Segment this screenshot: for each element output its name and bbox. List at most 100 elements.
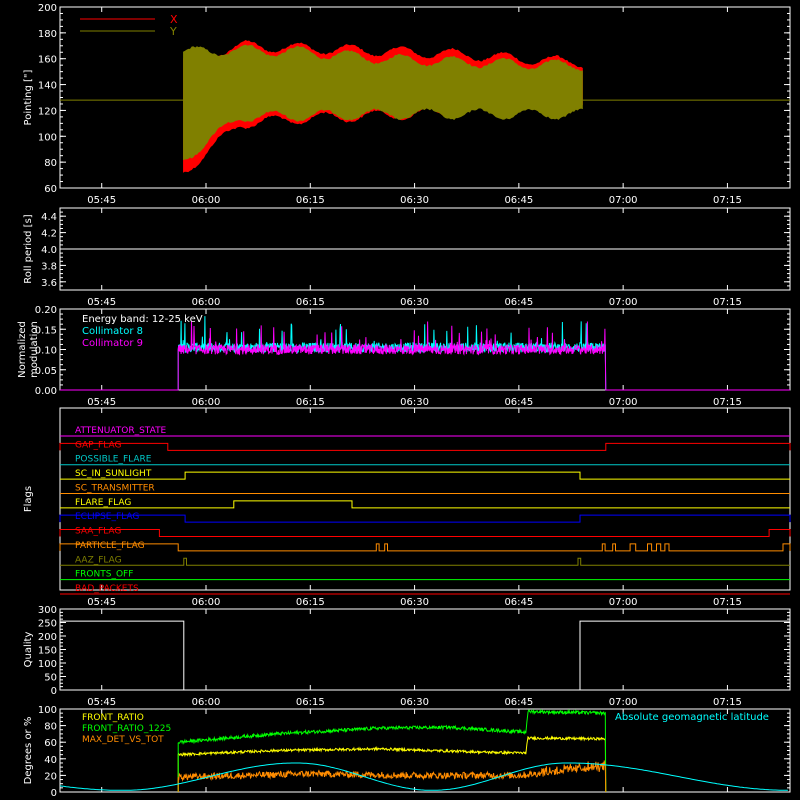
- legend-label-front-ratio-1225: FRONT_RATIO_1225: [82, 724, 171, 734]
- y-axis-label: modulation: [29, 321, 40, 378]
- x-tick-label: 06:30: [400, 397, 429, 408]
- y-tick-label: 50: [44, 673, 57, 684]
- y-tick-label: 4.4: [41, 212, 57, 223]
- x-tick-label: 07:15: [713, 297, 742, 308]
- x-tick-label: 07:15: [713, 195, 742, 206]
- x-tick-label: 07:15: [713, 597, 742, 608]
- y-tick-label: 40: [44, 755, 57, 766]
- series-band-y: [183, 44, 583, 161]
- x-tick-label: 06:00: [192, 297, 221, 308]
- rhessi-quicklook-chart: 05:45 06:00 06:15 06:30 06:45 07:00 07:15 60 80 1…: [17, 3, 791, 800]
- series-front-ratio-1225: [177, 708, 607, 793]
- flag-line-sc-in-sunlight: [60, 471, 790, 480]
- panel-roll-period: 05:45 06:00 06:15 06:30 06:45 07:00 07:15 3.6 3.…: [23, 207, 791, 308]
- y-tick-label: 4.2: [41, 229, 57, 240]
- x-tick-label: 06:45: [504, 195, 533, 206]
- x-tick-label: 06:45: [504, 397, 533, 408]
- x-tick-label: 07:00: [609, 397, 638, 408]
- flag-label-saa-flag: SAA_FLAG: [75, 527, 121, 537]
- panel-frame: [59, 407, 791, 591]
- x-tick-label: 06:00: [192, 697, 221, 708]
- y-axis-label: Degrees or %: [23, 717, 34, 785]
- y-tick-label: 60: [44, 738, 57, 749]
- x-tick-label: 06:15: [296, 297, 325, 308]
- x-tick-label: 07:00: [609, 597, 638, 608]
- x-tick-label: 06:15: [296, 697, 325, 708]
- panel-flags: 05:45 06:00 06:15 06:30 06:45 07:00 07:15 Flags…: [23, 407, 791, 608]
- y-tick-label: 60: [44, 184, 57, 195]
- legend-label-absolute-geomagnetic-latitude: Absolute geomagnetic latitude: [615, 712, 769, 723]
- y-axis-label: Flags: [23, 486, 34, 512]
- x-tick-label: 06:30: [400, 597, 429, 608]
- y-tick-label: 3.6: [41, 278, 57, 289]
- y-tick-label: 180: [38, 29, 57, 40]
- y-axis-label: Quality: [23, 632, 34, 668]
- flag-label-gap-flag: GAP_FLAG: [75, 440, 121, 450]
- flag-label-sc-transmitter: SC_TRANSMITTER: [75, 483, 155, 493]
- x-tick-label: 05:45: [87, 397, 116, 408]
- y-tick-label: 120: [38, 106, 57, 117]
- y-tick-label: 140: [38, 81, 57, 92]
- y-tick-label: 100: [38, 659, 57, 670]
- y-tick-label: 0.20: [35, 305, 57, 316]
- flag-label-possible-flare: POSSIBLE_FLARE: [75, 455, 152, 465]
- x-tick-label: 06:30: [400, 697, 429, 708]
- x-tick-label: 07:00: [609, 195, 638, 206]
- flag-line-flare-flag: [60, 500, 790, 509]
- flag-label-sc-in-sunlight: SC_IN_SUNLIGHT: [75, 469, 152, 479]
- x-tick-label: 05:45: [87, 297, 116, 308]
- energy-band-annotation: Energy band: 12-25 keV: [82, 314, 203, 325]
- flag-label-aaz-flag: AAZ_FLAG: [75, 555, 122, 565]
- flag-label-bad-packets: BAD_PACKETS: [75, 584, 139, 594]
- y-tick-label: 200: [38, 3, 57, 14]
- x-tick-label: 07:00: [609, 697, 638, 708]
- y-tick-label: 160: [38, 55, 57, 66]
- x-tick-label: 07:15: [713, 397, 742, 408]
- y-tick-label: 80: [44, 158, 57, 169]
- quality-line: [60, 620, 790, 691]
- y-tick-label: 4.0: [41, 245, 57, 256]
- flag-label-fronts-off: FRONTS_OFF: [75, 570, 133, 580]
- legend-label-collimator-8: Collimator 8: [82, 326, 143, 337]
- x-tick-label: 07:15: [713, 697, 742, 708]
- flag-label-eclipse-flag: ECLIPSE_FLAG: [75, 512, 139, 522]
- y-axis-label: Roll period [s]: [23, 214, 34, 283]
- panel-quality: 05:45 06:00 06:15 06:30 06:45 07:00 07:15 0 50 10…: [23, 605, 791, 708]
- y-tick-label: 20: [44, 771, 57, 782]
- y-tick-label: 0: [51, 686, 57, 697]
- y-tick-label: 100: [38, 705, 57, 716]
- x-tick-label: 06:00: [192, 397, 221, 408]
- y-tick-label: 80: [44, 722, 57, 733]
- y-tick-label: 3.8: [41, 261, 57, 272]
- flag-label-particle-flag: PARTICLE_FLAG: [75, 541, 145, 551]
- y-axis-label: Pointing ["]: [23, 69, 34, 125]
- panel-ratios: 05:4506:0006:1506:3006:4507:0007:1502040…: [23, 705, 791, 800]
- x-tick-label: 06:15: [296, 195, 325, 206]
- x-tick-label: 06:00: [192, 597, 221, 608]
- panel-pointing: 05:45 06:00 06:15 06:30 06:45 07:00 07:15 60 80 1…: [23, 3, 791, 206]
- x-tick-label: 06:15: [296, 397, 325, 408]
- flag-line-saa-flag: [59, 529, 791, 538]
- y-tick-label: 300: [38, 605, 57, 616]
- y-tick-label: 0: [51, 788, 57, 799]
- x-tick-label: 06:30: [400, 195, 429, 206]
- series-front-ratio: [177, 735, 607, 793]
- legend-label-y: Y: [169, 25, 177, 38]
- x-tick-label: 05:45: [87, 195, 116, 206]
- y-tick-label: 100: [38, 132, 57, 143]
- y-tick-label: 200: [38, 632, 57, 643]
- x-tick-label: 06:45: [504, 697, 533, 708]
- y-tick-label: 250: [38, 619, 57, 630]
- x-tick-label: 06:15: [296, 597, 325, 608]
- legend-label-collimator-9: Collimator 9: [82, 338, 143, 349]
- x-tick-label: 07:00: [609, 297, 638, 308]
- flag-line-particle-flag: [59, 543, 791, 552]
- flag-label-attenuator-state: ATTENUATOR_STATE: [75, 426, 167, 436]
- series-collimator-8: [60, 316, 790, 391]
- y-tick-label: 150: [38, 646, 57, 657]
- y-tick-label: 0.00: [35, 386, 57, 397]
- x-tick-label: 05:45: [87, 697, 116, 708]
- legend-label-max-det-vs-tot: MAX_DET_VS_TOT: [82, 735, 164, 745]
- flag-label-flare-flag: FLARE_FLAG: [75, 498, 131, 508]
- flag-line-eclipse-flag: [59, 514, 791, 523]
